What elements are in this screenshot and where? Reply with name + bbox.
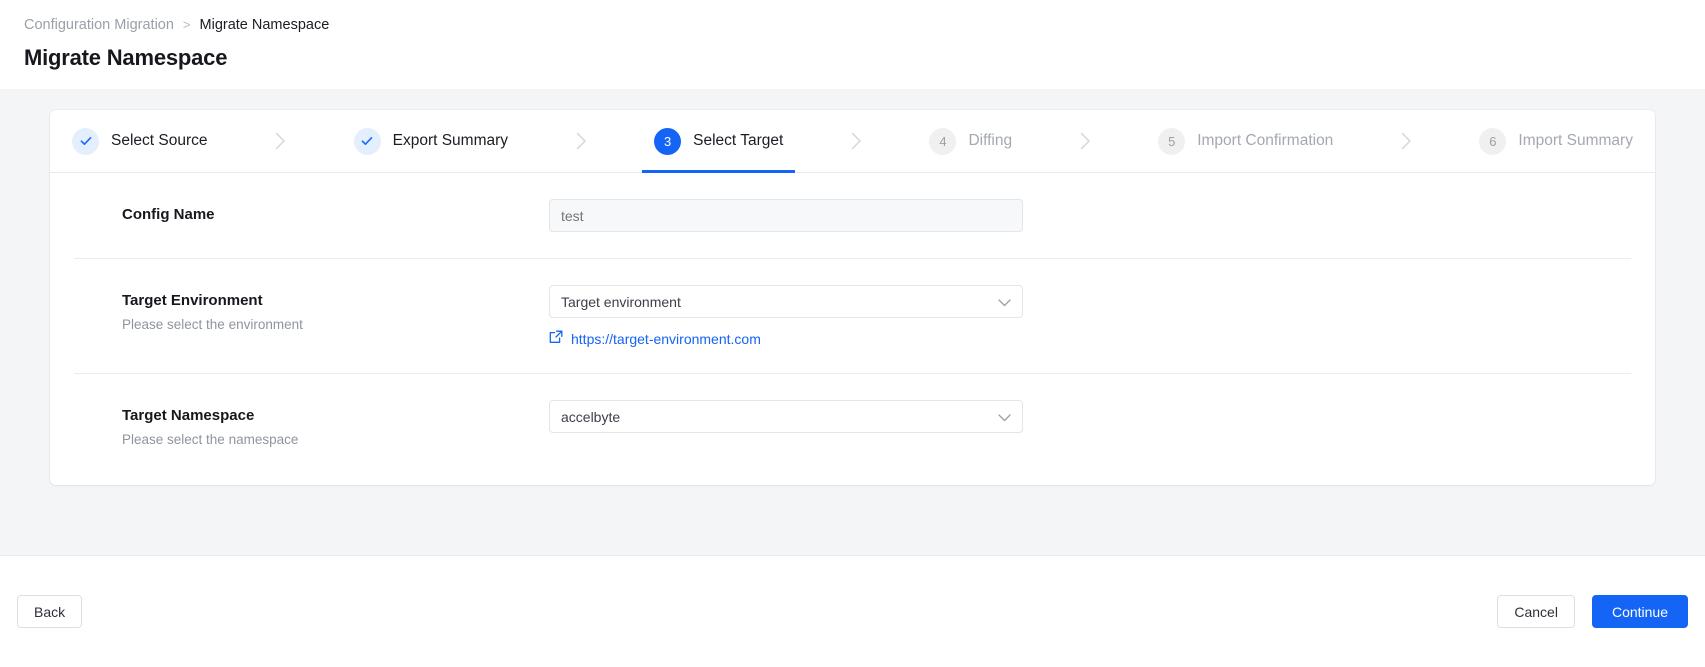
stepper: Select Source Export Summary 3 Select Ta… <box>50 110 1655 173</box>
stepper-number-diffing: 4 <box>929 127 957 155</box>
stepper-label-select-source: Select Source <box>111 132 208 149</box>
stepper-label-diffing: Diffing <box>968 132 1013 149</box>
target-namespace-control: accelbyte <box>549 400 1023 433</box>
chevron-down-icon <box>998 409 1011 425</box>
breadcrumb-separator: > <box>182 17 191 32</box>
target-environment-description: Please select the environment <box>122 317 303 332</box>
chevron-right-icon <box>783 132 929 150</box>
chevron-down-icon <box>998 294 1011 310</box>
chevron-right-icon <box>208 132 354 150</box>
target-namespace-select-value: accelbyte <box>561 408 621 425</box>
breadcrumb: Configuration Migration > Migrate Namesp… <box>24 14 1681 36</box>
continue-button[interactable]: Continue <box>1591 595 1688 628</box>
target-environment-link-text: https://target-environment.com <box>571 330 761 347</box>
stepper-label-export-summary: Export Summary <box>392 132 509 149</box>
target-namespace-select[interactable]: accelbyte <box>549 400 1023 433</box>
target-environment-labels: Target Environment Please select the env… <box>74 285 549 334</box>
stepper-label-select-target: Select Target <box>693 132 784 149</box>
stepper-step-export-summary[interactable]: Export Summary <box>353 110 509 173</box>
config-name-label: Config Name <box>122 206 215 223</box>
stepper-step-select-source[interactable]: Select Source <box>72 110 208 173</box>
form-row-config-name: Config Name <box>74 173 1631 259</box>
config-name-control <box>549 199 1023 232</box>
content-area: Select Source Export Summary 3 Select Ta… <box>0 89 1705 555</box>
stepper-label-import-confirmation: Import Confirmation <box>1197 132 1334 149</box>
target-environment-control: Target environment https://target-enviro… <box>549 285 1023 347</box>
target-namespace-labels: Target Namespace Please select the names… <box>74 400 549 449</box>
target-environment-link[interactable]: https://target-environment.com <box>549 330 761 347</box>
check-icon <box>353 127 381 155</box>
stepper-step-import-summary[interactable]: 6 Import Summary <box>1479 110 1633 173</box>
target-environment-select-value: Target environment <box>561 293 681 310</box>
target-environment-label: Target Environment <box>122 292 263 309</box>
config-name-input[interactable] <box>549 199 1023 232</box>
stepper-step-select-target[interactable]: 3 Select Target <box>642 110 796 173</box>
chevron-right-icon <box>508 132 654 150</box>
check-icon <box>72 127 99 155</box>
stepper-number-select-target: 3 <box>654 127 682 155</box>
breadcrumb-current: Migrate Namespace <box>199 17 330 33</box>
chevron-right-icon <box>1012 132 1158 150</box>
config-name-labels: Config Name <box>74 199 549 225</box>
external-link-icon <box>549 330 563 347</box>
migration-card: Select Source Export Summary 3 Select Ta… <box>50 110 1655 485</box>
stepper-label-import-summary: Import Summary <box>1518 132 1633 149</box>
migration-form: Config Name Target Environment Please se… <box>50 173 1655 475</box>
cancel-button[interactable]: Cancel <box>1497 595 1575 628</box>
stepper-step-diffing[interactable]: 4 Diffing <box>929 110 1012 173</box>
back-button[interactable]: Back <box>17 595 83 628</box>
target-namespace-description: Please select the namespace <box>122 432 299 447</box>
footer-bar: Back Cancel Continue <box>0 555 1705 667</box>
stepper-step-import-confirmation[interactable]: 5 Import Confirmation <box>1158 110 1333 173</box>
footer-actions: Cancel Continue <box>1497 595 1688 628</box>
breadcrumb-parent-link[interactable]: Configuration Migration <box>24 15 174 35</box>
form-row-target-environment: Target Environment Please select the env… <box>74 259 1631 374</box>
form-row-target-namespace: Target Namespace Please select the names… <box>74 374 1631 475</box>
chevron-right-icon <box>1333 132 1479 150</box>
stepper-number-import-summary: 6 <box>1479 127 1507 155</box>
page-header: Configuration Migration > Migrate Namesp… <box>0 0 1705 89</box>
page-title: Migrate Namespace <box>24 45 228 70</box>
target-environment-select[interactable]: Target environment <box>549 285 1023 318</box>
target-namespace-label: Target Namespace <box>122 407 255 424</box>
stepper-number-import-confirmation: 5 <box>1158 127 1186 155</box>
